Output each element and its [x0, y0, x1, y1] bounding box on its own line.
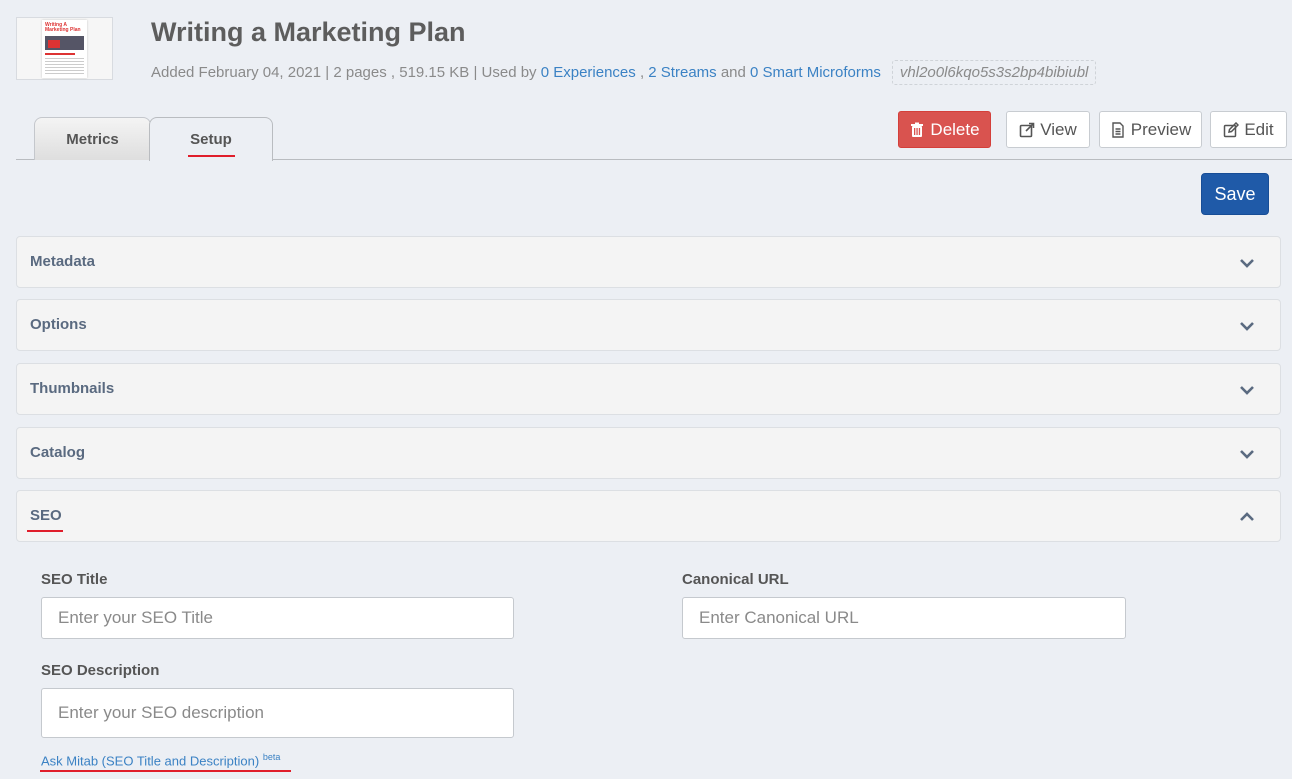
panel-thumbnails[interactable]: Thumbnails [16, 363, 1281, 415]
chevron-down-icon [1240, 386, 1254, 395]
microforms-link[interactable]: 0 Smart Microforms [750, 64, 881, 81]
document-hash-id[interactable]: vhl2o0l6kqo5s3s2bp4bibiubl [891, 60, 1097, 85]
trash-icon [911, 122, 924, 137]
chevron-down-icon [1240, 322, 1254, 331]
canonical-url-label: Canonical URL [682, 571, 789, 588]
preview-button[interactable]: Preview [1099, 111, 1202, 148]
panel-metadata[interactable]: Metadata [16, 236, 1281, 288]
panel-catalog[interactable]: Catalog [16, 427, 1281, 479]
streams-link[interactable]: 2 Streams [648, 64, 716, 81]
panel-seo-underline [27, 530, 63, 532]
beta-badge: beta [262, 752, 281, 762]
edit-icon [1224, 121, 1240, 137]
tab-setup-underline [188, 155, 235, 157]
chevron-down-icon [1240, 450, 1254, 459]
page-title: Writing a Marketing Plan [151, 17, 466, 47]
meta-prefix: Added February 04, 2021 | 2 pages , 519.… [151, 64, 537, 81]
ask-mitab-link[interactable]: Ask Mitab (SEO Title and Description) be… [41, 752, 280, 768]
document-meta: Added February 04, 2021 | 2 pages , 519.… [151, 60, 1097, 85]
panel-options[interactable]: Options [16, 299, 1281, 351]
seo-description-label: SEO Description [41, 662, 160, 679]
preview-label: Preview [1130, 119, 1192, 139]
seo-title-input[interactable]: Enter your SEO Title [41, 597, 514, 639]
chevron-up-icon [1240, 512, 1254, 521]
panel-seo[interactable]: SEO [16, 490, 1281, 542]
save-button[interactable]: Save [1201, 173, 1269, 215]
ask-mitab-underline [40, 770, 291, 772]
view-label: View [1040, 119, 1077, 139]
edit-button[interactable]: Edit [1210, 111, 1287, 148]
thumbnail-page: Writing A Marketing Plan [42, 20, 87, 78]
delete-label: Delete [930, 119, 980, 139]
panel-catalog-label: Catalog [30, 444, 86, 461]
tab-metrics-label: Metrics [66, 130, 119, 148]
tab-metrics[interactable]: Metrics [34, 117, 151, 160]
delete-button[interactable]: Delete [898, 111, 991, 148]
thumbnail-title: Writing A Marketing Plan [45, 22, 81, 33]
chevron-down-icon [1240, 259, 1254, 268]
panel-metadata-label: Metadata [30, 253, 96, 270]
panel-thumbnails-label: Thumbnails [30, 380, 115, 397]
experiences-link[interactable]: 0 Experiences [541, 64, 636, 81]
document-icon [1112, 121, 1124, 138]
view-button[interactable]: View [1006, 111, 1090, 148]
panel-seo-label: SEO [30, 507, 62, 524]
seo-description-input[interactable]: Enter your SEO description [41, 688, 514, 738]
canonical-url-input[interactable]: Enter Canonical URL [682, 597, 1126, 639]
ask-mitab-label: Ask Mitab (SEO Title and Description) [41, 753, 260, 769]
external-link-icon [1019, 122, 1035, 137]
seo-title-label: SEO Title [41, 571, 108, 588]
document-header: Writing A Marketing Plan Writing a Marke… [16, 17, 1286, 85]
edit-label: Edit [1244, 119, 1274, 139]
document-thumbnail[interactable]: Writing A Marketing Plan [16, 17, 113, 80]
panel-options-label: Options [30, 316, 87, 333]
tab-setup-label: Setup [190, 131, 232, 148]
tab-setup[interactable]: Setup [149, 117, 273, 161]
meta-and: and [720, 64, 746, 81]
